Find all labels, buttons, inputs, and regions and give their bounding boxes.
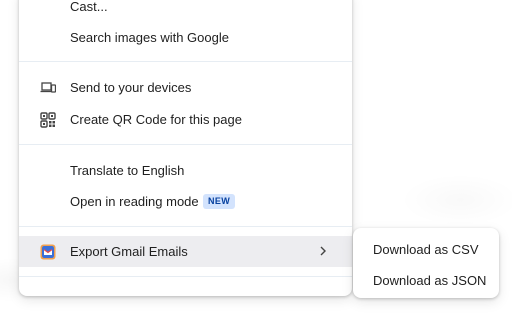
- menu-item-reading-mode[interactable]: Open in reading mode NEW: [19, 186, 352, 217]
- devices-icon: [39, 79, 57, 97]
- context-menu: Cast... Search images with Google Send t…: [19, 0, 352, 296]
- menu-item-send-to-devices[interactable]: Send to your devices: [19, 72, 352, 103]
- submenu-item-download-csv[interactable]: Download as CSV: [353, 234, 499, 264]
- menu-item-label: Send to your devices: [70, 80, 192, 95]
- menu-item-label: Search images with Google: [70, 30, 229, 45]
- menu-item-translate[interactable]: Translate to English: [19, 155, 352, 186]
- menu-item-label: Create QR Code for this page: [70, 112, 242, 127]
- menu-separator: [19, 144, 352, 145]
- new-badge: NEW: [203, 194, 236, 209]
- menu-item-export-gmail-emails[interactable]: Export Gmail Emails: [19, 236, 352, 267]
- export-submenu: Download as CSV Download as JSON: [353, 228, 499, 298]
- submenu-item-label: Download as JSON: [373, 273, 487, 288]
- menu-separator: [19, 61, 352, 62]
- menu-item-label: Open in reading mode: [70, 194, 199, 209]
- menu-item-create-qr-code[interactable]: Create QR Code for this page: [19, 104, 352, 135]
- menu-item-search-images[interactable]: Search images with Google: [19, 22, 352, 53]
- submenu-item-label: Download as CSV: [373, 242, 479, 257]
- qr-code-icon: [39, 111, 57, 129]
- menu-separator: [19, 226, 352, 227]
- menu-separator: [19, 276, 352, 277]
- menu-item-cast[interactable]: Cast...: [19, 0, 352, 22]
- menu-item-label: Translate to English: [70, 163, 185, 178]
- extension-icon: [39, 243, 57, 261]
- submenu-item-download-json[interactable]: Download as JSON: [353, 265, 499, 295]
- chevron-right-icon: [320, 246, 326, 256]
- menu-item-label: Cast...: [70, 0, 108, 14]
- menu-item-label: Export Gmail Emails: [70, 244, 188, 259]
